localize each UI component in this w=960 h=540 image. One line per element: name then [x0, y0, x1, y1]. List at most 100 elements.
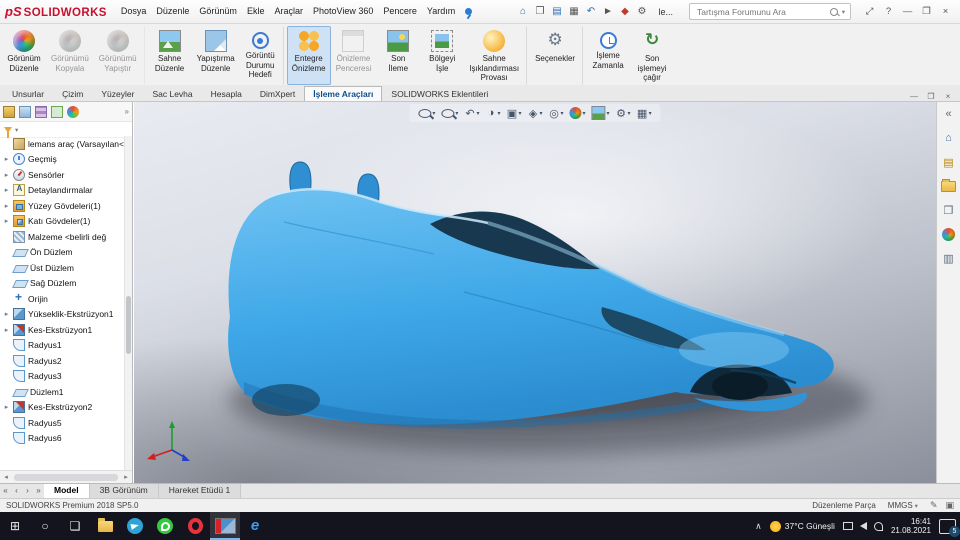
first-tab-icon[interactable]: «: [0, 484, 11, 498]
unit-system-dropdown[interactable]: MMGS ▾: [888, 501, 918, 510]
hidden-icons-chevron[interactable]: ∧: [755, 521, 762, 532]
camera-icon[interactable]: ▦ ▾: [637, 107, 652, 120]
graphics-viewport[interactable]: ▾ ▾ ↶ ▾ ◑ ▾ ▣ ▾ ◈ ▾: [134, 102, 936, 483]
scroll-left-icon[interactable]: ◂: [0, 473, 12, 481]
rebuild-icon[interactable]: ◆: [616, 1, 633, 23]
prev-tab-icon[interactable]: ‹: [11, 484, 22, 498]
app-close-icon[interactable]: ×: [936, 1, 955, 23]
filter-caret-icon[interactable]: ▾: [15, 126, 18, 134]
tab-solidworks-eklentileri[interactable]: SOLIDWORKS Eklentileri: [382, 86, 497, 101]
settings-gear-icon[interactable]: ⚙: [633, 1, 650, 23]
menu-item[interactable]: PhotoView 360: [308, 0, 378, 23]
expand-arrow-icon[interactable]: ▸: [3, 310, 10, 318]
zoom-fit-icon[interactable]: ▾: [418, 109, 435, 118]
select-arrow-icon[interactable]: ►: [599, 1, 616, 23]
tree-root-part[interactable]: lemans araç (Varsayılan<-<: [0, 136, 125, 152]
recall-last-render-button[interactable]: Son işlemeyi çağır: [630, 26, 674, 85]
scroll-right-icon[interactable]: ▸: [120, 473, 132, 481]
display-style-icon[interactable]: ◈ ▾: [527, 107, 542, 120]
tab-yuzeyler[interactable]: Yüzeyler: [92, 86, 143, 101]
tree-item-gecmis[interactable]: ▸ Geçmiş: [0, 152, 125, 168]
render-region-button[interactable]: Bölgeyi İşle: [420, 26, 464, 85]
expand-arrow-icon[interactable]: ▸: [3, 186, 10, 194]
dropdown-caret-icon[interactable]: ▾: [561, 110, 564, 117]
last-tab-ic[interactable]: »: [33, 484, 44, 498]
file-explorer-app[interactable]: [90, 512, 120, 540]
expand-arrow-icon[interactable]: ▸: [3, 326, 10, 334]
tab-model[interactable]: Model: [44, 484, 90, 498]
display-tray-icon[interactable]: [843, 522, 853, 530]
solidworks-app[interactable]: [210, 512, 240, 540]
weather-widget[interactable]: 37°C Güneşli: [770, 521, 835, 532]
edit-scene-button[interactable]: Sahne Düzenle: [148, 26, 192, 85]
doc-minimize-icon[interactable]: —: [907, 92, 921, 101]
scrollbar-thumb[interactable]: [126, 296, 131, 354]
solidworks-resources-icon[interactable]: ⌂: [940, 130, 958, 146]
tree-horizontal-scrollbar[interactable]: ◂ ▸: [0, 470, 132, 483]
tree-item-kes-ekstruzyon1[interactable]: ▸ Kes-Ekstrüzyon1: [0, 322, 125, 338]
search-caret-icon[interactable]: ▾: [842, 8, 845, 16]
doc-restore-icon[interactable]: ❐: [924, 92, 938, 101]
tree-item-yukseklik-ekstruzyon1[interactable]: ▸ Yükseklik-Ekstrüzyon1: [0, 307, 125, 323]
appearances-scenes-icon[interactable]: [940, 226, 958, 242]
design-library-icon[interactable]: ▤: [940, 154, 958, 170]
tree-item-radyus1[interactable]: Radyus1: [0, 338, 125, 354]
save-icon[interactable]: ▤: [548, 1, 565, 23]
image-quality-target-button[interactable]: Görüntü Durumu Hedefi: [240, 26, 284, 85]
home-icon[interactable]: ⌂: [514, 1, 531, 23]
copy-appearance-button[interactable]: Görünümü Kopyala: [46, 26, 94, 85]
action-center-icon[interactable]: 5: [939, 519, 956, 534]
opera-app[interactable]: [180, 512, 210, 540]
login-text[interactable]: le...: [658, 7, 673, 17]
displaymanager-tab-icon[interactable]: [67, 106, 79, 118]
panel-flyout-icon[interactable]: »: [125, 107, 129, 116]
tree-item-malzeme[interactable]: Malzeme <belirli değ: [0, 229, 125, 245]
network-tray-icon[interactable]: [874, 522, 883, 531]
dropdown-caret-icon[interactable]: ▾: [455, 110, 458, 117]
tab-3b-gorunum[interactable]: 3B Görünüm: [90, 484, 159, 498]
menu-item[interactable]: Yardım: [422, 0, 460, 23]
dropdown-caret-icon[interactable]: ▾: [476, 110, 479, 117]
edge-app[interactable]: e: [240, 512, 270, 540]
final-render-button[interactable]: Son İleme: [376, 26, 420, 85]
tree-item-radyus2[interactable]: Radyus2: [0, 353, 125, 369]
start-button[interactable]: ⊞: [0, 512, 30, 540]
tree-item-ust-duzlem[interactable]: Üst Düzlem: [0, 260, 125, 276]
dropdown-caret-icon[interactable]: ▾: [432, 110, 435, 117]
view-orientation-icon[interactable]: ▣ ▾: [506, 107, 521, 120]
dropdown-caret-icon[interactable]: ▾: [518, 110, 521, 117]
tab-hesapla[interactable]: Hesapla: [202, 86, 251, 101]
menu-item[interactable]: Düzenle: [151, 0, 194, 23]
hide-show-items-icon[interactable]: ◎ ▾: [549, 107, 564, 120]
tree-item-radyus5[interactable]: Radyus5: [0, 415, 125, 431]
tree-item-detaylandirmalar[interactable]: ▸ Detaylandırmalar: [0, 183, 125, 199]
app-fullscreen-icon[interactable]: ⤢: [860, 1, 879, 23]
search-icon[interactable]: [830, 8, 838, 16]
expand-arrow-icon[interactable]: ▸: [3, 171, 10, 179]
whatsapp-app[interactable]: [150, 512, 180, 540]
apply-scene-icon[interactable]: ▾: [592, 106, 610, 120]
previous-view-icon[interactable]: ↶ ▾: [464, 107, 479, 120]
tree-item-orijin[interactable]: Orijin: [0, 291, 125, 307]
scrollbar-thumb[interactable]: [14, 474, 118, 481]
app-minimize-icon[interactable]: —: [898, 1, 917, 23]
filter-icon[interactable]: [4, 127, 12, 133]
tree-item-sensorler[interactable]: ▸ Sensörler: [0, 167, 125, 183]
scene-illumination-proof-button[interactable]: Sahne Işıklandırması Provası: [464, 26, 527, 85]
taskpane-collapse-icon[interactable]: «: [940, 106, 958, 122]
edit-decal-button[interactable]: Yapıştırma Düzenle: [192, 26, 240, 85]
tree-item-duzlem1[interactable]: Düzlem1: [0, 384, 125, 400]
tab-isleme-araclari[interactable]: İşleme Araçları: [304, 86, 382, 101]
menu-item[interactable]: Ekle: [242, 0, 270, 23]
app-help-icon[interactable]: ?: [879, 1, 898, 23]
open-icon[interactable]: ❐: [531, 1, 548, 23]
annotation-pencil-icon[interactable]: ✎: [930, 500, 938, 511]
featuremanager-tab-icon[interactable]: [3, 106, 15, 118]
dropdown-caret-icon[interactable]: ▾: [628, 110, 631, 117]
integrated-preview-button[interactable]: Entegre Önizleme: [287, 26, 331, 85]
taskbar-clock[interactable]: 16:41 21.08.2021: [891, 517, 931, 536]
tree-item-kes-ekstruzyon2[interactable]: ▸ Kes-Ekstrüzyon2: [0, 400, 125, 416]
zoom-area-icon[interactable]: ▾: [441, 109, 458, 118]
telegram-app[interactable]: [120, 512, 150, 540]
menu-item[interactable]: Dosya: [116, 0, 152, 23]
